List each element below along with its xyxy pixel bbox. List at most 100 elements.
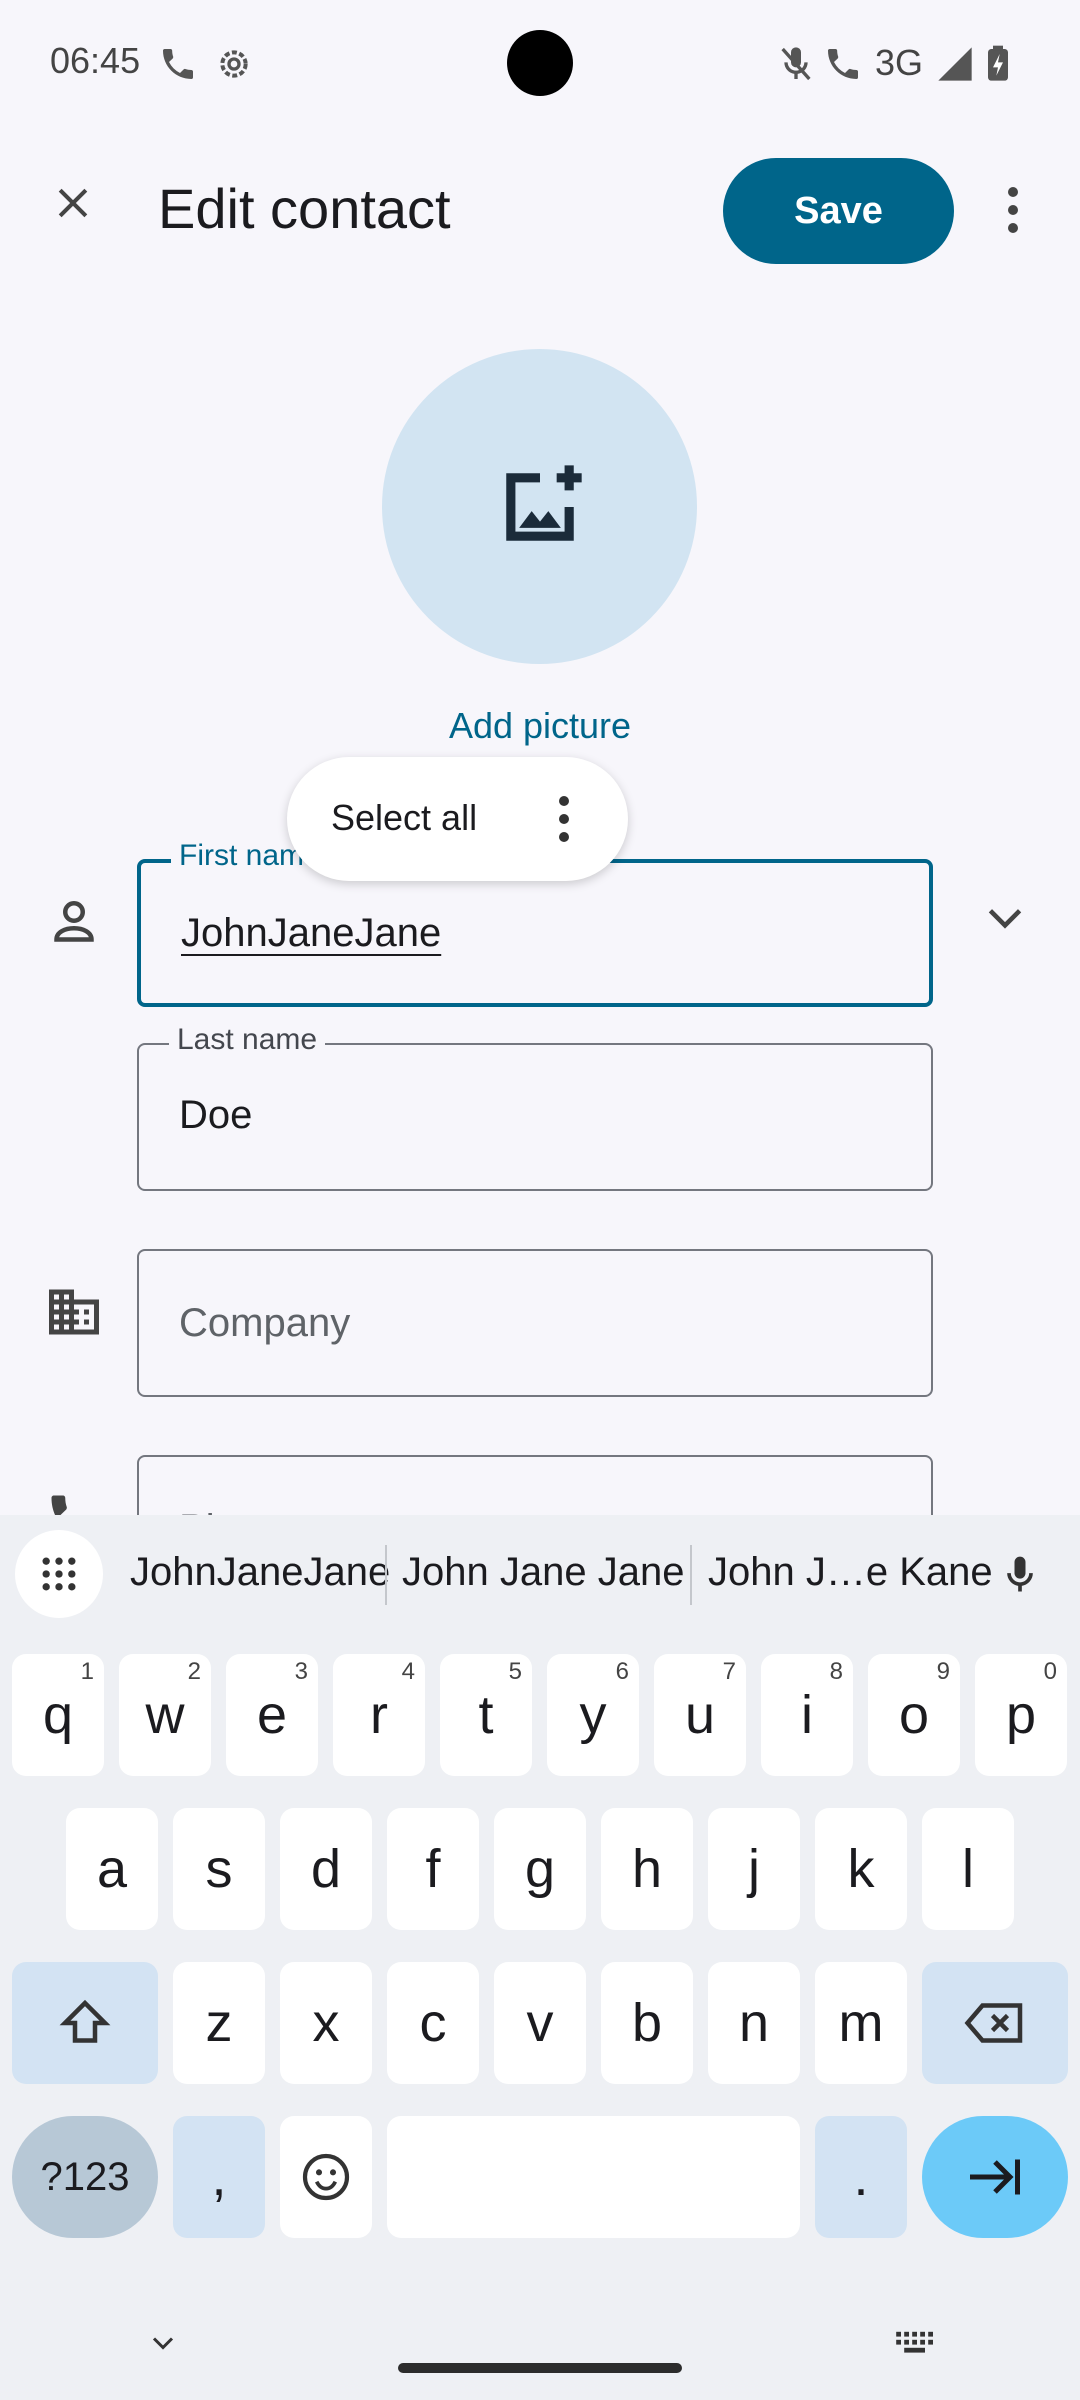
key-p[interactable]: p0	[975, 1654, 1067, 1776]
phone-row: Phone	[0, 1440, 1080, 1515]
suggestion-2[interactable]: John Jane Jane	[402, 1550, 684, 1595]
more-vert-icon	[1008, 187, 1018, 233]
key-c[interactable]: c	[387, 1962, 479, 2084]
person-icon	[54, 901, 94, 942]
key-hint: 6	[615, 1658, 629, 1685]
mute-icon	[781, 47, 811, 81]
phone-call-icon	[163, 49, 193, 79]
symbols-key[interactable]: ?123	[12, 2116, 158, 2238]
key-o[interactable]: o9	[868, 1654, 960, 1776]
key-x[interactable]: x	[280, 1962, 372, 2084]
key-r[interactable]: r4	[333, 1654, 425, 1776]
key-hint: 4	[401, 1658, 415, 1685]
home-indicator[interactable]	[398, 2363, 682, 2373]
key-s[interactable]: s	[173, 1808, 265, 1930]
wifi-calling-icon	[828, 49, 858, 79]
next-key[interactable]	[922, 2116, 1068, 2238]
suggestion-3[interactable]: John J…e Kane	[708, 1550, 993, 1595]
close-icon	[58, 188, 88, 218]
first-name-field[interactable]: First name JohnJaneJane	[137, 839, 933, 1007]
signal-icon	[938, 47, 972, 81]
suggestion-1[interactable]: JohnJaneJane	[130, 1550, 390, 1595]
key-hint: 9	[936, 1658, 950, 1685]
select-all-button[interactable]: Select all	[331, 797, 477, 839]
key-g[interactable]: g	[494, 1808, 586, 1930]
shift-key[interactable]	[12, 1962, 158, 2084]
phone-placeholder: Phone	[179, 1507, 295, 1515]
chevron-down-icon	[988, 909, 1022, 929]
add-picture-link[interactable]: Add picture	[0, 705, 1080, 747]
keyboard-switch-icon[interactable]	[893, 2325, 941, 2361]
key-label: y	[579, 1685, 607, 1745]
emoji-icon	[302, 2153, 350, 2201]
key-label: r	[370, 1685, 388, 1745]
key-h[interactable]: h	[601, 1808, 693, 1930]
mic-icon	[1007, 1556, 1033, 1592]
keyboard-apps-button[interactable]	[15, 1530, 103, 1618]
company-field[interactable]: Company	[137, 1249, 933, 1397]
key-t[interactable]: t5	[440, 1654, 532, 1776]
expand-name-button[interactable]	[975, 887, 1035, 947]
shift-icon	[59, 1999, 111, 2043]
key-hint: 0	[1043, 1658, 1057, 1685]
key-k[interactable]: k	[815, 1808, 907, 1930]
period-key[interactable]: .	[815, 2116, 907, 2238]
hide-keyboard-chevron-icon[interactable]	[145, 2325, 181, 2361]
emoji-key[interactable]	[280, 2116, 372, 2238]
last-name-field[interactable]: Last name Doe	[137, 1023, 933, 1191]
save-button[interactable]: Save	[723, 158, 954, 264]
grid-icon	[42, 1557, 76, 1591]
key-j[interactable]: j	[708, 1808, 800, 1930]
key-label: p	[1005, 1685, 1037, 1745]
key-a[interactable]: a	[66, 1808, 158, 1930]
key-m[interactable]: m	[815, 1962, 907, 2084]
add-picture-avatar[interactable]	[382, 349, 697, 664]
phone-field[interactable]: Phone	[137, 1455, 933, 1515]
status-time: 06:45	[50, 40, 141, 81]
key-label: i	[801, 1685, 813, 1745]
text-selection-toolbar: Select all	[287, 757, 628, 881]
key-l[interactable]: l	[922, 1808, 1014, 1930]
network-type: 3G	[875, 42, 924, 83]
status-bar: 06:45 3G	[0, 0, 1080, 130]
key-hint: 1	[80, 1658, 94, 1685]
camera-cutout	[507, 30, 573, 96]
suggestion-divider	[385, 1545, 387, 1605]
key-hint: 5	[508, 1658, 522, 1685]
key-label: q	[42, 1685, 74, 1745]
key-q[interactable]: q1	[12, 1654, 104, 1776]
key-hint: 7	[722, 1658, 736, 1685]
company-placeholder: Company	[179, 1301, 351, 1345]
key-label: o	[898, 1685, 930, 1745]
comma-key[interactable]: ,	[173, 2116, 265, 2238]
close-button[interactable]	[38, 168, 108, 238]
key-b[interactable]: b	[601, 1962, 693, 2084]
key-v[interactable]: v	[494, 1962, 586, 2084]
keyboard: JohnJaneJane John Jane Jane John J…e Kan…	[0, 1515, 1080, 2400]
key-d[interactable]: d	[280, 1808, 372, 1930]
add-photo-icon	[505, 464, 582, 541]
suggestion-divider	[690, 1545, 692, 1605]
voice-input-button[interactable]	[990, 1545, 1050, 1605]
key-z[interactable]: z	[173, 1962, 265, 2084]
more-vert-icon[interactable]	[557, 795, 571, 843]
key-y[interactable]: y6	[547, 1654, 639, 1776]
key-hint: 3	[294, 1658, 308, 1685]
key-f[interactable]: f	[387, 1808, 479, 1930]
key-u[interactable]: u7	[654, 1654, 746, 1776]
space-key[interactable]	[387, 2116, 800, 2238]
key-label: e	[256, 1685, 288, 1745]
key-w[interactable]: w2	[119, 1654, 211, 1776]
backspace-icon	[964, 2003, 1023, 2043]
battery-charging-icon	[988, 45, 1008, 81]
page-title: Edit contact	[158, 177, 451, 240]
backspace-key[interactable]	[922, 1962, 1068, 2084]
key-n[interactable]: n	[708, 1962, 800, 2084]
settings-sync-icon	[220, 50, 248, 78]
more-options-button[interactable]	[985, 170, 1041, 250]
key-i[interactable]: i8	[761, 1654, 853, 1776]
key-e[interactable]: e3	[226, 1654, 318, 1776]
key-label: w	[145, 1685, 185, 1745]
phone-icon	[51, 1495, 67, 1515]
business-icon	[49, 1289, 99, 1335]
